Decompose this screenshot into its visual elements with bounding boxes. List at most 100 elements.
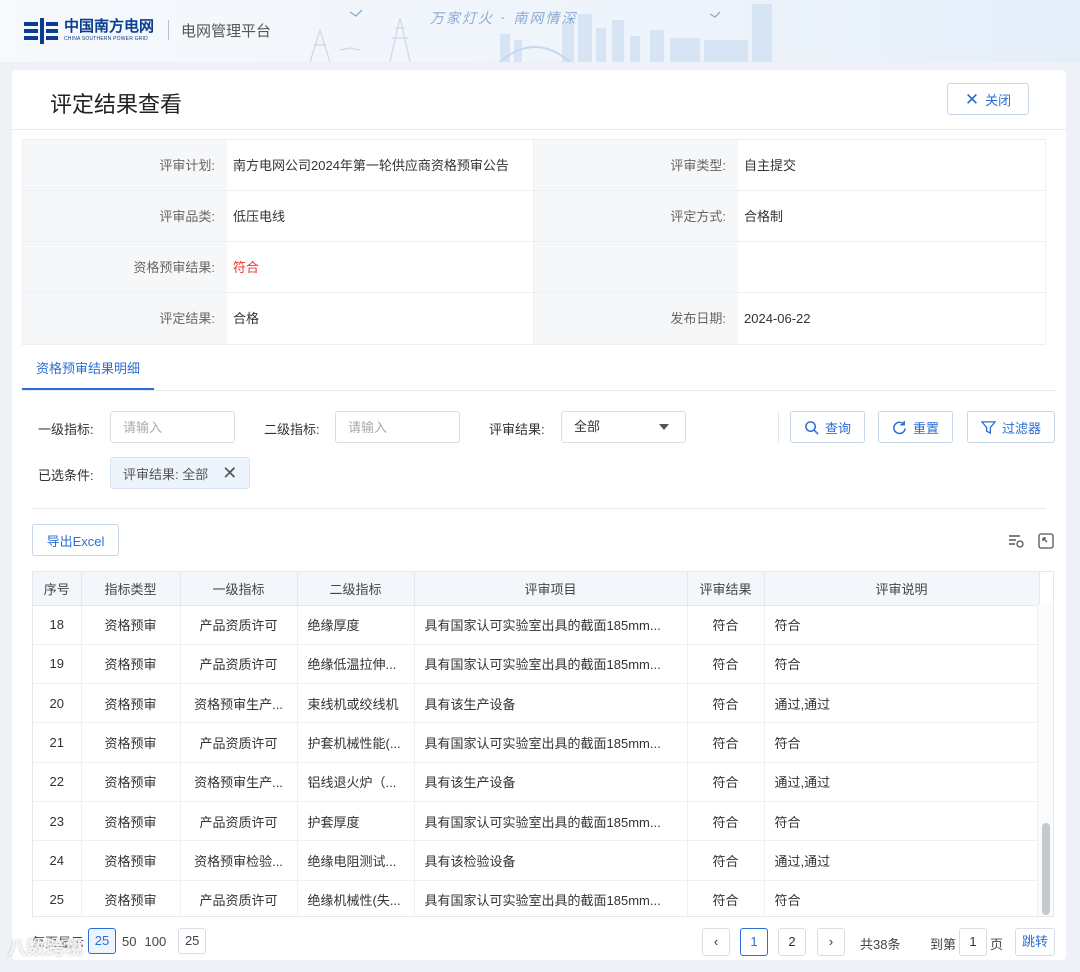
jump-button[interactable]: 跳转 xyxy=(1015,928,1055,956)
level1-input[interactable] xyxy=(110,411,235,443)
table-cell: 符合 xyxy=(687,801,765,842)
info-value: 2024-06-22 xyxy=(744,311,811,326)
info-label: 评定结果: xyxy=(23,293,227,344)
condition-chip-label: 评审结果: 全部 xyxy=(123,466,209,482)
table-cell: 资格预审 xyxy=(81,880,181,916)
level1-label: 一级指标: xyxy=(38,422,94,437)
table-cell: 具有国家认可实验室出具的截面185mm... xyxy=(414,722,688,763)
filter-button[interactable]: 过滤器 xyxy=(967,411,1055,443)
page-button[interactable]: 2 xyxy=(778,928,806,956)
table-cell: 符合 xyxy=(687,644,765,685)
col-header: 评审说明 xyxy=(764,572,1040,606)
fullscreen-icon[interactable] xyxy=(1038,533,1054,549)
page-size-select[interactable]: 25 xyxy=(178,928,207,954)
table-cell: 具有国家认可实验室出具的截面185mm... xyxy=(414,644,688,685)
col-header: 评审项目 xyxy=(414,572,688,606)
info-label: 发布日期: xyxy=(534,293,738,344)
result-select[interactable]: 全部 xyxy=(561,411,686,443)
col-header: 序号 xyxy=(33,572,82,606)
card-header: 评定结果查看 ✕ 关闭 xyxy=(12,70,1066,130)
next-page-button[interactable]: › xyxy=(817,928,845,956)
page-size-option[interactable]: 25 xyxy=(88,928,117,954)
info-label xyxy=(534,242,738,292)
table-row: 20 资格预审 资格预审生产... 束线机或绞线机 具有该生产设备 符合 通过,通过 xyxy=(33,683,1040,724)
tab-bar: 资格预审结果明细 xyxy=(22,353,1056,391)
col-header: 一级指标 xyxy=(180,572,298,606)
table-cell: 束线机或绞线机 xyxy=(297,683,415,724)
info-label: 评审品类: xyxy=(23,191,227,241)
vertical-scrollbar[interactable] xyxy=(1037,605,1053,916)
col-header: 二级指标 xyxy=(297,572,415,606)
prev-page-button[interactable]: ‹ xyxy=(702,928,730,956)
caret-down-icon xyxy=(659,424,669,430)
info-value: 合格 xyxy=(227,293,534,344)
export-excel-button[interactable]: 导出Excel xyxy=(32,524,119,556)
column-settings-icon[interactable] xyxy=(1008,533,1024,549)
reset-button[interactable]: 重置 xyxy=(878,411,953,443)
chip-close-icon[interactable]: ✕ xyxy=(222,464,237,482)
info-value xyxy=(738,242,1045,292)
result-select-value: 全部 xyxy=(574,419,601,434)
table-cell: 符合 xyxy=(764,722,1040,763)
info-label: 评定方式: xyxy=(534,191,738,241)
close-button-label: 关闭 xyxy=(985,92,1012,108)
selected-conditions-label: 已选条件: xyxy=(38,468,94,483)
table-header-row: 序号 指标类型 一级指标 二级指标 评审项目 评审结果 评审说明 xyxy=(33,572,1040,606)
table-cell: 绝缘低温拉伸... xyxy=(297,644,415,685)
page-button[interactable]: 1 xyxy=(740,928,768,956)
scrollbar-thumb[interactable] xyxy=(1042,823,1050,915)
table-cell: 资格预审 xyxy=(81,762,181,802)
info-value: 自主提交 xyxy=(744,158,797,173)
level2-label: 二级指标: xyxy=(264,422,320,437)
level2-input[interactable] xyxy=(335,411,460,443)
power-grid-logo-icon xyxy=(24,18,58,44)
logo-cn-text: 中国南方电网 xyxy=(64,17,155,35)
results-table: 序号 指标类型 一级指标 二级指标 评审项目 评审结果 评审说明 18 资格预审产… xyxy=(32,571,1054,917)
table-cell: 23 xyxy=(33,801,82,842)
table-cell: 铝线退火炉（... xyxy=(297,762,415,802)
table-cell: 资格预审 xyxy=(81,840,181,881)
table-cell: 通过,通过 xyxy=(764,762,1040,802)
table-cell: 符合 xyxy=(687,840,765,881)
reset-button-label: 重置 xyxy=(912,420,939,436)
logo-en-text: CHINA SOUTHERN POWER GRID xyxy=(64,35,148,42)
table-cell: 护套机械性能(... xyxy=(297,722,415,763)
table-cell: 资格预审检验... xyxy=(180,840,298,881)
table-cell: 符合 xyxy=(687,762,765,802)
goto-page-input[interactable]: 1 xyxy=(959,928,987,956)
table-cell: 20 xyxy=(33,683,82,724)
table-cell: 符合 xyxy=(687,722,765,763)
table-row: 21 资格预审 产品资质许可 护套机械性能(... 具有国家认可实验室出具的截面185m… xyxy=(33,722,1040,763)
table-cell: 资格预审 xyxy=(81,801,181,842)
table-cell: 资格预审生产... xyxy=(180,762,298,802)
page-size-option[interactable]: 50 xyxy=(120,934,138,949)
filter-button-label: 过滤器 xyxy=(1001,420,1041,436)
logo-divider xyxy=(168,20,170,40)
close-button[interactable]: ✕ 关闭 xyxy=(947,83,1029,115)
table-cell: 绝缘机械性(失... xyxy=(297,880,415,916)
query-button[interactable]: 查询 xyxy=(790,411,865,443)
close-icon: ✕ xyxy=(964,89,980,109)
table-cell: 符合 xyxy=(687,880,765,916)
table-cell: 护套厚度 xyxy=(297,801,415,842)
table-cell: 资格预审 xyxy=(81,605,181,645)
logo: 中国南方电网 CHINA SOUTHERN POWER GRID 电网管理平台 xyxy=(24,16,271,44)
table-cell: 24 xyxy=(33,840,82,881)
info-row: 评审品类: 低压电线 评定方式: 合格制 xyxy=(23,191,1045,242)
table-cell: 22 xyxy=(33,762,82,802)
info-label: 评审类型: xyxy=(534,140,738,190)
table-cell: 资格预审 xyxy=(81,644,181,685)
table-cell: 符合 xyxy=(764,880,1040,916)
info-row: 评定结果: 合格 发布日期: 2024-06-22 xyxy=(23,293,1045,344)
table-cell: 具有该检验设备 xyxy=(414,840,688,881)
total-count: 共38条 xyxy=(860,937,901,952)
page-size-option[interactable]: 100 xyxy=(142,934,168,949)
table-cell: 符合 xyxy=(764,801,1040,842)
watermark: 八数跨境 xyxy=(8,938,84,958)
platform-name: 电网管理平台 xyxy=(181,22,272,40)
table-row: 18 资格预审 产品资质许可 绝缘厚度 具有国家认可实验室出具的截面185mm... 符合… xyxy=(33,605,1040,645)
tab-prequal-details[interactable]: 资格预审结果明细 xyxy=(22,353,155,390)
info-label: 资格预审结果: xyxy=(23,242,227,292)
table-row: 22 资格预审 资格预审生产... 铝线退火炉（... 具有该生产设备 符合 通过,通过 xyxy=(33,762,1040,802)
table-cell: 具有该生产设备 xyxy=(414,762,688,802)
